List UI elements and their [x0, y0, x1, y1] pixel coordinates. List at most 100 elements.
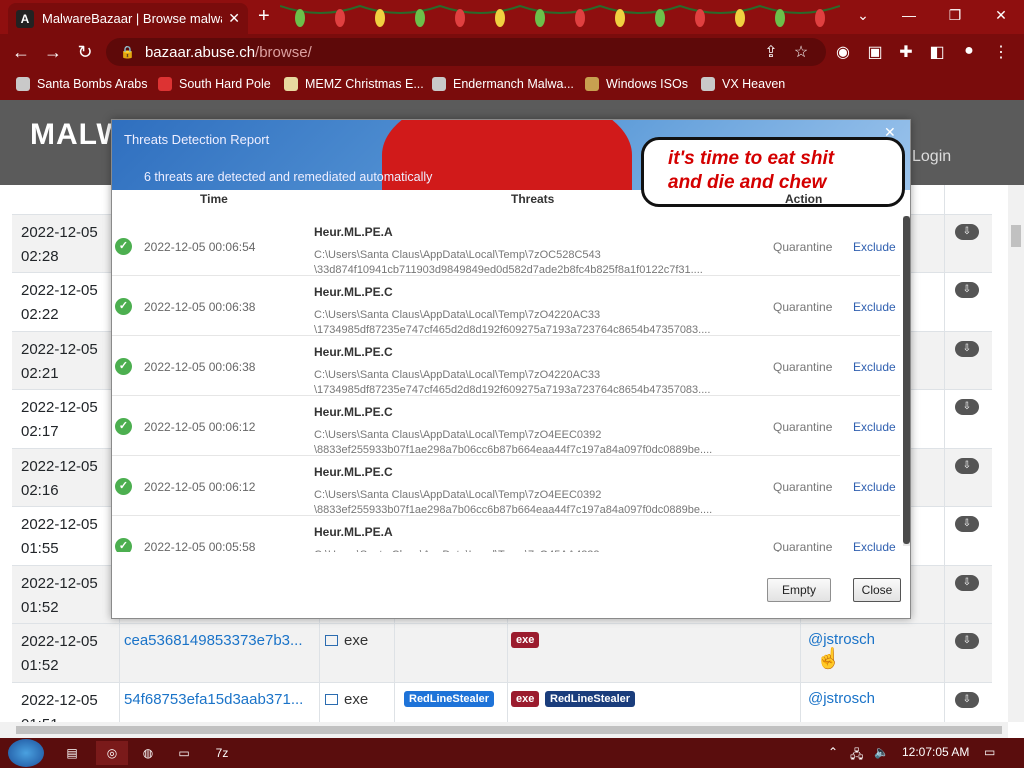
exclude-link[interactable]: Exclude — [853, 540, 896, 552]
tag-badge[interactable]: exe — [511, 632, 540, 648]
check-circle-icon: ✓ — [115, 478, 132, 495]
tab-close-icon[interactable]: ✕ — [228, 10, 240, 27]
task-view-icon[interactable]: ▤ — [56, 741, 88, 765]
threat-path-hash: \1734985df87235e747cf465d2d8d192f609275a… — [314, 324, 711, 336]
table-row: 2022-12-05 01:51 54f68753efa15d3aab371...… — [12, 682, 992, 723]
bookmark-star-icon[interactable]: ☆ — [790, 42, 812, 62]
file-type-label: exe — [344, 632, 369, 649]
profile-avatar-icon[interactable]: ● — [958, 42, 980, 60]
threat-path-hash: \33d874f10941cb711903d9849849ed0d582d7ad… — [314, 264, 703, 276]
login-link[interactable]: Login — [912, 148, 951, 166]
lock-icon: 🔒 — [120, 45, 135, 59]
bookmark-favicon-icon — [284, 77, 298, 91]
window-close-button[interactable]: ✕ — [978, 0, 1024, 30]
bookmark-label: Endermanch Malwa... — [453, 77, 574, 91]
table-cell-border — [394, 624, 395, 682]
reporter-link[interactable]: @jstrosch — [808, 690, 875, 707]
tab-search-icon[interactable]: ⌄ — [840, 0, 886, 30]
tray-chevron-icon[interactable]: ⌃ — [828, 745, 838, 759]
sha256-link[interactable]: cea5368149853373e7b3... — [124, 632, 303, 649]
minimize-button[interactable]: — — [886, 0, 932, 30]
horizontal-scrollbar-thumb[interactable] — [16, 726, 1002, 734]
table-cell-border — [944, 624, 945, 682]
threat-list-scrollbar[interactable] — [903, 216, 910, 546]
threat-time: 2022-12-05 00:05:58 — [144, 540, 256, 552]
bookmark-item[interactable]: MEMZ Christmas E... — [284, 77, 424, 91]
download-cloud-icon[interactable]: ⇩ — [955, 633, 979, 649]
horizontal-scrollbar[interactable] — [0, 722, 1008, 738]
file-type-label: exe — [344, 690, 369, 708]
bookmark-item[interactable]: South Hard Pole — [158, 77, 271, 91]
exclude-link[interactable]: Exclude — [853, 360, 896, 374]
back-arrow-icon[interactable]: ← — [10, 42, 32, 63]
download-cloud-icon[interactable]: ⇩ — [955, 399, 979, 415]
file-explorer-taskbar-icon[interactable]: ▭ — [168, 741, 200, 765]
browser-menu-icon[interactable]: ⋮ — [990, 42, 1012, 62]
new-tab-button[interactable]: + — [258, 5, 270, 28]
date-added: 2022-12-05 02:17 — [21, 399, 98, 440]
page-scrollbar-thumb[interactable] — [1011, 225, 1021, 247]
date-added: 2022-12-05 01:52 — [21, 574, 98, 616]
check-circle-icon: ✓ — [115, 538, 132, 552]
download-cloud-icon[interactable]: ⇩ — [955, 574, 979, 591]
table-cell-border — [944, 214, 945, 272]
exclude-link[interactable]: Exclude — [853, 480, 896, 494]
download-cloud-icon[interactable]: ⇩ — [955, 282, 979, 298]
threat-name: Heur.ML.PE.C — [314, 405, 393, 419]
forward-arrow-icon[interactable]: → — [42, 42, 64, 63]
reload-icon[interactable]: ↻ — [74, 42, 96, 63]
column-header-threats: Threats — [511, 192, 555, 206]
empty-button[interactable]: Empty — [767, 578, 831, 602]
clock[interactable]: 12:07:05 AM — [902, 745, 969, 759]
side-panel-icon[interactable]: ◧ — [926, 42, 948, 62]
page-scrollbar[interactable] — [1008, 185, 1024, 722]
signature-badge[interactable]: RedLineStealer — [404, 690, 495, 707]
column-header-action: Action — [785, 192, 823, 206]
chrome-taskbar-icon[interactable]: ◎ — [96, 741, 128, 765]
browser-tab[interactable]: A MalwareBazaar | Browse malware ✕ — [8, 3, 248, 34]
notifications-icon[interactable]: ▭ — [984, 745, 995, 759]
url-host: bazaar.abuse.ch — [144, 43, 256, 61]
table-cell-border — [944, 565, 945, 623]
exclude-link[interactable]: Exclude — [853, 240, 896, 254]
threat-list-scrollbar-thumb[interactable] — [903, 216, 910, 544]
check-circle-icon: ✓ — [115, 418, 132, 435]
tag-badge[interactable]: exe — [511, 690, 540, 707]
download-cloud-icon[interactable]: ⇩ — [955, 223, 979, 240]
download-cloud-icon[interactable]: ⇩ — [955, 457, 979, 474]
url-path: /browse/ — [255, 43, 312, 61]
window-icon — [325, 693, 338, 705]
download-cloud-icon[interactable]: ⇩ — [955, 340, 979, 357]
dialog-close-icon[interactable]: ✕ — [884, 124, 896, 141]
download-cloud-icon[interactable]: ⇩ — [955, 691, 979, 708]
table-row: 2022-12-05 01:52 cea5368149853373e7b3... e… — [12, 624, 992, 683]
threat-action: Quarantine — [773, 300, 833, 314]
date-added: 2022-12-05 01:51 — [21, 691, 98, 723]
extension-flag-icon[interactable]: ◉ — [832, 42, 854, 62]
extension-s-icon[interactable]: ▣ — [864, 42, 886, 62]
share-icon[interactable]: ⇪ — [760, 42, 782, 62]
volume-icon[interactable]: 🔈 — [874, 745, 889, 759]
extensions-puzzle-icon[interactable]: ✚ — [895, 42, 917, 62]
threat-path-hash: \8833ef255933b07f1ae298a7b06cc6b87b664ea… — [314, 444, 713, 456]
7zip-taskbar-icon[interactable]: 7z — [206, 741, 238, 765]
threat-list[interactable]: ✓ 2022-12-05 00:06:54 Heur.ML.PE.A C:\Users… — [112, 216, 900, 552]
download-cloud-icon[interactable]: ⇩ — [955, 516, 979, 532]
start-button[interactable] — [8, 739, 44, 767]
tag-badge[interactable]: RedLineStealer — [545, 690, 636, 707]
bookmark-item[interactable]: Windows ISOs — [585, 77, 688, 91]
bookmark-item[interactable]: Santa Bombs Arabs — [16, 77, 147, 91]
bookmark-item[interactable]: VX Heaven — [701, 77, 785, 91]
threat-time: 2022-12-05 00:06:12 — [144, 480, 256, 494]
firefox-taskbar-icon[interactable]: ◍ — [132, 741, 164, 765]
sha256-link[interactable]: 54f68753efa15d3aab371... — [124, 691, 303, 708]
restore-button[interactable]: ❐ — [932, 0, 978, 30]
exclude-link[interactable]: Exclude — [853, 300, 896, 314]
exclude-link[interactable]: Exclude — [853, 420, 896, 434]
hand-cursor-icon: ☝ — [816, 648, 841, 670]
network-icon[interactable]: 🖧 — [850, 745, 863, 766]
address-bar[interactable]: 🔒 bazaar.abuse.ch/browse/ — [106, 38, 826, 66]
table-cell-border — [944, 448, 945, 506]
bookmark-item[interactable]: Endermanch Malwa... — [432, 77, 574, 91]
close-button[interactable]: Close — [853, 578, 901, 602]
